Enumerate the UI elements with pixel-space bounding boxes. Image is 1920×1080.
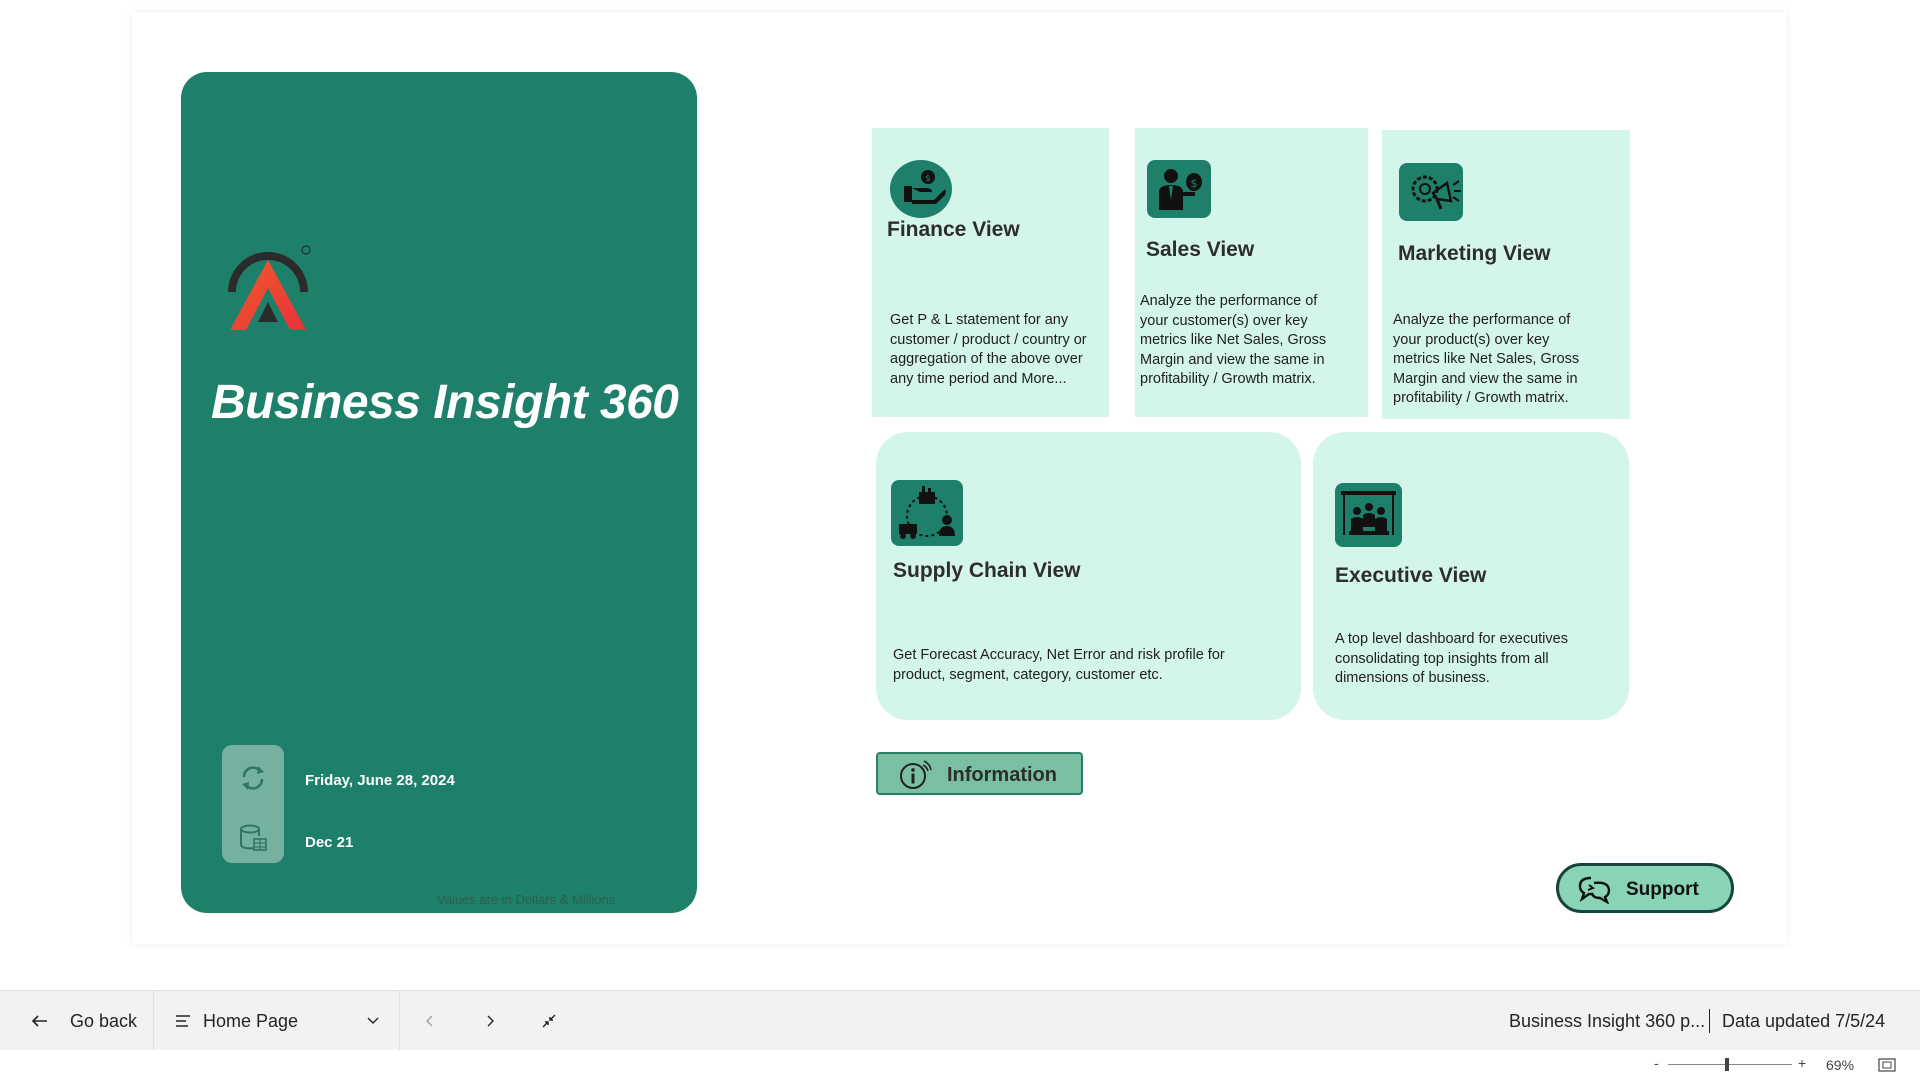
pages-list-icon xyxy=(176,1015,190,1027)
chevron-down-icon xyxy=(367,1017,379,1024)
divider xyxy=(1709,1009,1710,1033)
zoom-level: 69% xyxy=(1826,1057,1855,1073)
supply-chain-cycle-icon xyxy=(891,480,963,546)
fit-to-window-icon[interactable] xyxy=(1878,1058,1896,1072)
marketing-view-card[interactable]: Marketing View Analyze the performance o… xyxy=(1382,130,1630,419)
marketing-view-description: Analyze the performance of your product(… xyxy=(1393,312,1580,406)
money-hand-icon: $ xyxy=(890,160,952,218)
page-select-value: Home Page xyxy=(203,1010,299,1031)
zoom-in-button[interactable]: + xyxy=(1798,1055,1806,1071)
sales-view-card[interactable]: $ Sales View Analyze the performance of … xyxy=(1135,128,1368,417)
zoom-slider-thumb[interactable] xyxy=(1725,1058,1729,1071)
go-back-label: Go back xyxy=(70,1010,138,1031)
executive-view-description: A top level dashboard for executives con… xyxy=(1335,631,1568,686)
zoom-slider-track[interactable] xyxy=(1668,1064,1792,1065)
refresh-date: Friday, June 28, 2024 xyxy=(305,772,455,789)
marketing-view-title: Marketing View xyxy=(1398,242,1551,265)
finance-view-title: Finance View xyxy=(887,218,1020,241)
period-label: Dec 21 xyxy=(305,834,354,851)
divider xyxy=(399,991,400,1051)
sales-view-description: Analyze the performance of your customer… xyxy=(1140,293,1327,387)
meeting-board-icon xyxy=(1335,483,1402,547)
report-navigation-bar: Go back Home Page Business Insight 360 p… xyxy=(0,990,1920,1051)
information-button-label: Information xyxy=(947,764,1057,786)
megaphone-gear-icon xyxy=(1399,163,1463,221)
values-footnote: Values are in Dollars & Millions xyxy=(437,892,616,907)
refresh-icon xyxy=(242,766,264,790)
collapse-arrows-icon xyxy=(542,1014,556,1028)
company-logo xyxy=(228,245,311,330)
information-button[interactable]: Information xyxy=(876,752,1083,795)
chevron-right-icon xyxy=(487,1015,494,1027)
report-name: Business Insight 360 p... xyxy=(1509,1010,1706,1031)
svg-text:$: $ xyxy=(925,174,931,184)
fit-to-page-button[interactable] xyxy=(541,991,557,1051)
zoom-strip: - + 69% xyxy=(0,1050,1920,1080)
info-circle-icon xyxy=(900,760,932,789)
page-select-dropdown[interactable]: Home Page xyxy=(175,991,380,1051)
support-button[interactable]: Support xyxy=(1556,863,1734,913)
previous-page-button[interactable] xyxy=(423,991,437,1051)
executive-view-title: Executive View xyxy=(1335,564,1487,587)
sales-view-title: Sales View xyxy=(1146,238,1255,261)
salesperson-dollar-icon: $ xyxy=(1147,160,1211,218)
zoom-out-button[interactable]: - xyxy=(1654,1055,1659,1071)
divider xyxy=(153,991,154,1051)
database-icon xyxy=(240,824,267,851)
chevron-left-icon xyxy=(426,1015,433,1027)
finance-view-card[interactable]: $ Finance View Get P & L statement for a… xyxy=(872,128,1109,417)
supply-chain-view-description: Get Forecast Accuracy, Net Error and ris… xyxy=(893,647,1225,683)
svg-text:$: $ xyxy=(1191,177,1198,190)
arrow-left-icon xyxy=(31,1015,47,1027)
support-button-label: Support xyxy=(1626,879,1699,900)
chat-support-icon xyxy=(1578,876,1611,904)
supply-chain-view-title: Supply Chain View xyxy=(893,559,1081,582)
supply-chain-view-card[interactable]: Supply Chain View Get Forecast Accuracy,… xyxy=(876,432,1301,720)
next-page-button[interactable] xyxy=(483,991,497,1051)
status-pill xyxy=(222,745,284,863)
hero-panel: Business Insight 360 Friday, June 28, 20… xyxy=(181,72,697,913)
data-updated-label: Data updated 7/5/24 xyxy=(1722,1010,1886,1031)
executive-view-card[interactable]: Executive View A top level dashboard for… xyxy=(1313,432,1629,720)
page-title: Business Insight 360 xyxy=(211,376,679,429)
go-back-button[interactable]: Go back xyxy=(30,991,137,1051)
finance-view-description: Get P & L statement for any customer / p… xyxy=(890,312,1087,387)
report-canvas: Business Insight 360 Friday, June 28, 20… xyxy=(0,0,1920,990)
